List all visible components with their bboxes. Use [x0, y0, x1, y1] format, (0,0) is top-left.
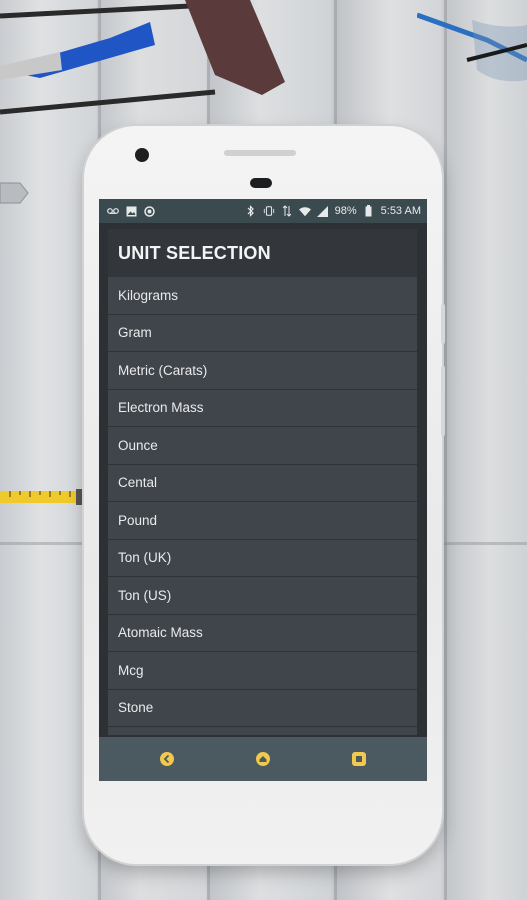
navigation-bar — [99, 737, 427, 781]
power-button — [441, 304, 445, 344]
battery-percent: 98% — [334, 205, 357, 217]
back-icon — [160, 752, 174, 766]
dialog-title: UNIT SELECTION — [108, 229, 417, 277]
home-icon — [256, 752, 270, 766]
unit-list: Kilograms Gram Metric (Carats) Electron … — [108, 277, 417, 727]
unit-selection-dialog: UNIT SELECTION Kilograms Gram Metric (Ca… — [108, 229, 417, 735]
signal-icon — [317, 205, 329, 217]
unit-option-cental[interactable]: Cental — [108, 465, 417, 502]
unit-option-ton-uk[interactable]: Ton (UK) — [108, 540, 417, 577]
back-button[interactable] — [156, 748, 178, 770]
unit-option-electron-mass[interactable]: Electron Mass — [108, 390, 417, 427]
unit-option-stone[interactable]: Stone — [108, 690, 417, 727]
safety-glasses-prop — [417, 12, 527, 82]
bluetooth-icon — [245, 205, 257, 217]
phone-screen: 98% 5:53 AM UNIT SELECTION Kilograms Gra… — [99, 199, 427, 781]
unit-option-pound[interactable]: Pound — [108, 502, 417, 540]
vibrate-icon — [263, 205, 275, 217]
recents-button[interactable] — [348, 748, 370, 770]
front-camera — [135, 148, 149, 162]
earpiece-speaker — [224, 150, 296, 156]
unit-option-ounce[interactable]: Ounce — [108, 427, 417, 465]
home-button[interactable] — [252, 748, 274, 770]
voicemail-icon — [107, 205, 119, 217]
circle-icon — [143, 205, 155, 217]
image-icon — [125, 205, 137, 217]
clock: 5:53 AM — [380, 205, 421, 217]
proximity-sensor — [250, 178, 272, 188]
measuring-tape-prop — [0, 489, 84, 505]
plank-seam — [444, 0, 447, 900]
battery-icon — [363, 205, 375, 217]
hacksaw-prop — [0, 0, 285, 115]
unit-option-mcg[interactable]: Mcg — [108, 652, 417, 690]
plank-seam — [444, 542, 527, 545]
bolt-prop — [0, 182, 29, 204]
status-bar: 98% 5:53 AM — [99, 199, 427, 223]
volume-button — [441, 366, 445, 436]
unit-option-ton-us[interactable]: Ton (US) — [108, 577, 417, 615]
unit-option-kilograms[interactable]: Kilograms — [108, 277, 417, 315]
recents-icon — [352, 752, 366, 766]
unit-option-gram[interactable]: Gram — [108, 315, 417, 352]
wifi-icon — [298, 205, 311, 217]
data-arrows-icon — [281, 205, 293, 217]
unit-option-atomic-mass[interactable]: Atomaic Mass — [108, 615, 417, 652]
unit-option-metric-carats[interactable]: Metric (Carats) — [108, 352, 417, 390]
